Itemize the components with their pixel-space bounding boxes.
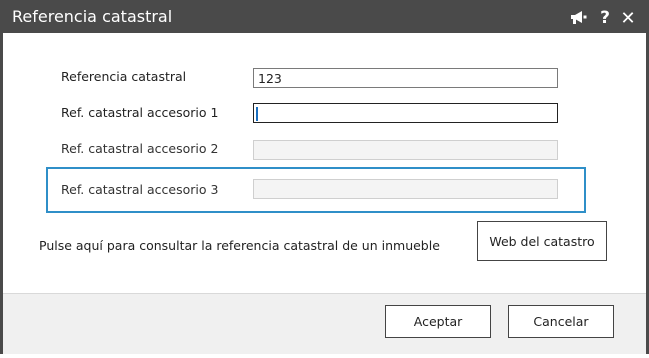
label-referencia-catastral: Referencia catastral: [61, 69, 187, 84]
help-icon[interactable]: ?: [599, 8, 611, 28]
web-catastro-button[interactable]: Web del catastro: [477, 221, 607, 261]
label-accesorio-1: Ref. catastral accesorio 1: [61, 105, 219, 120]
text-caret: [256, 107, 258, 121]
dialog-window: Referencia catastral ? ✕ Referencia cata…: [0, 0, 649, 354]
megaphone-icon[interactable]: [569, 8, 589, 28]
dialog-title: Referencia catastral: [12, 7, 173, 26]
title-bar: Referencia catastral ? ✕: [3, 3, 646, 33]
cancel-button[interactable]: Cancelar: [508, 305, 614, 338]
referencia-catastral-input[interactable]: 123: [253, 68, 558, 88]
label-accesorio-2: Ref. catastral accesorio 2: [61, 141, 219, 156]
label-accesorio-3: Ref. catastral accesorio 3: [61, 182, 219, 197]
dialog-content: Referencia catastral 123 Ref. catastral …: [3, 33, 646, 295]
accesorio-3-input: [253, 179, 558, 199]
close-icon[interactable]: ✕: [620, 8, 636, 29]
accept-button[interactable]: Aceptar: [385, 305, 491, 338]
catastro-hint-text: Pulse aquí para consultar la referencia …: [39, 238, 440, 253]
accesorio-1-input[interactable]: [253, 103, 558, 123]
dialog-footer: Aceptar Cancelar: [3, 293, 646, 354]
accesorio-2-input: [253, 140, 558, 160]
